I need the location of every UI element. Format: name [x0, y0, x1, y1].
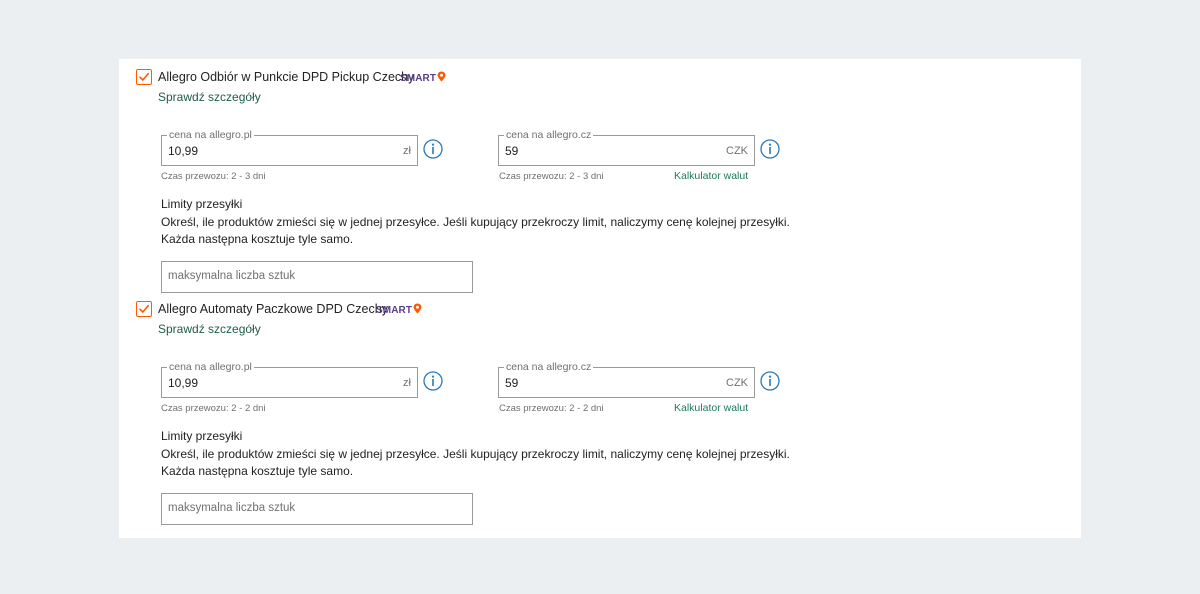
price-cz-unit: CZK — [726, 377, 748, 389]
info-icon[interactable] — [760, 371, 780, 391]
limits-title: Limity przesyłki — [161, 197, 243, 211]
price-cz-field[interactable]: cena na allegro.cz CZK — [498, 128, 755, 166]
shipping-methods-card: Allegro Odbiór w Punkcie DPD Pickup Czec… — [119, 59, 1081, 538]
checkmark-icon — [139, 72, 149, 81]
max-quantity-input[interactable] — [168, 270, 458, 282]
price-cz-field[interactable]: cena na allegro.cz CZK — [498, 360, 755, 398]
currency-calculator-link[interactable]: Kalkulator walut — [674, 170, 748, 182]
price-pl-field[interactable]: cena na allegro.pl zł — [161, 128, 418, 166]
method-title: Allegro Odbiór w Punkcie DPD Pickup Czec… — [158, 70, 415, 84]
price-cz-input[interactable] — [505, 144, 705, 158]
checkmark-icon — [139, 304, 149, 313]
price-cz-input[interactable] — [505, 376, 705, 390]
limits-description: Określ, ile produktów zmieści się w jedn… — [161, 446, 801, 480]
price-pl-legend: cena na allegro.pl — [167, 360, 254, 374]
max-quantity-field[interactable] — [161, 261, 473, 293]
smart-badge: SMART — [376, 303, 422, 316]
price-pl-legend: cena na allegro.pl — [167, 128, 254, 142]
transit-time-cz: Czas przewozu: 2 - 2 dni — [499, 403, 604, 414]
price-pl-field[interactable]: cena na allegro.pl zł — [161, 360, 418, 398]
price-pl-unit: zł — [403, 145, 411, 157]
limits-description: Określ, ile produktów zmieści się w jedn… — [161, 214, 801, 248]
limits-title: Limity przesyłki — [161, 429, 243, 443]
shipping-method-section: Allegro Automaty Paczkowe DPD Czechy SMA… — [119, 291, 1081, 525]
transit-time-pl: Czas przewozu: 2 - 2 dni — [161, 403, 266, 414]
price-cz-legend: cena na allegro.cz — [504, 128, 594, 142]
details-link[interactable]: Sprawdź szczegóły — [158, 90, 261, 104]
smart-pin-icon — [437, 71, 446, 82]
limits-desc-line: Każda następna kosztuje tyle samo. — [161, 232, 354, 246]
shipping-method-section: Allegro Odbiór w Punkcie DPD Pickup Czec… — [119, 59, 1081, 293]
price-pl-input[interactable] — [168, 376, 368, 390]
details-link[interactable]: Sprawdź szczegóły — [158, 322, 261, 336]
currency-calculator-link[interactable]: Kalkulator walut — [674, 402, 748, 414]
info-icon[interactable] — [423, 139, 443, 159]
price-pl-unit: zł — [403, 377, 411, 389]
smart-badge-label: SMART — [376, 305, 413, 316]
smart-badge: SMART — [400, 71, 446, 84]
max-quantity-input[interactable] — [168, 502, 458, 514]
limits-desc-line: Każda następna kosztuje tyle samo. — [161, 464, 354, 478]
max-quantity-field[interactable] — [161, 493, 473, 525]
price-pl-input[interactable] — [168, 144, 368, 158]
smart-pin-icon — [413, 303, 422, 314]
transit-time-cz: Czas przewozu: 2 - 3 dni — [499, 171, 604, 182]
method-checkbox[interactable] — [136, 69, 152, 85]
method-title: Allegro Automaty Paczkowe DPD Czechy — [158, 302, 388, 316]
method-checkbox[interactable] — [136, 301, 152, 317]
info-icon[interactable] — [760, 139, 780, 159]
price-cz-unit: CZK — [726, 145, 748, 157]
transit-time-pl: Czas przewozu: 2 - 3 dni — [161, 171, 266, 182]
limits-desc-line: Określ, ile produktów zmieści się w jedn… — [161, 447, 790, 461]
limits-desc-line: Określ, ile produktów zmieści się w jedn… — [161, 215, 790, 229]
price-cz-legend: cena na allegro.cz — [504, 360, 594, 374]
smart-badge-label: SMART — [400, 73, 437, 84]
info-icon[interactable] — [423, 371, 443, 391]
